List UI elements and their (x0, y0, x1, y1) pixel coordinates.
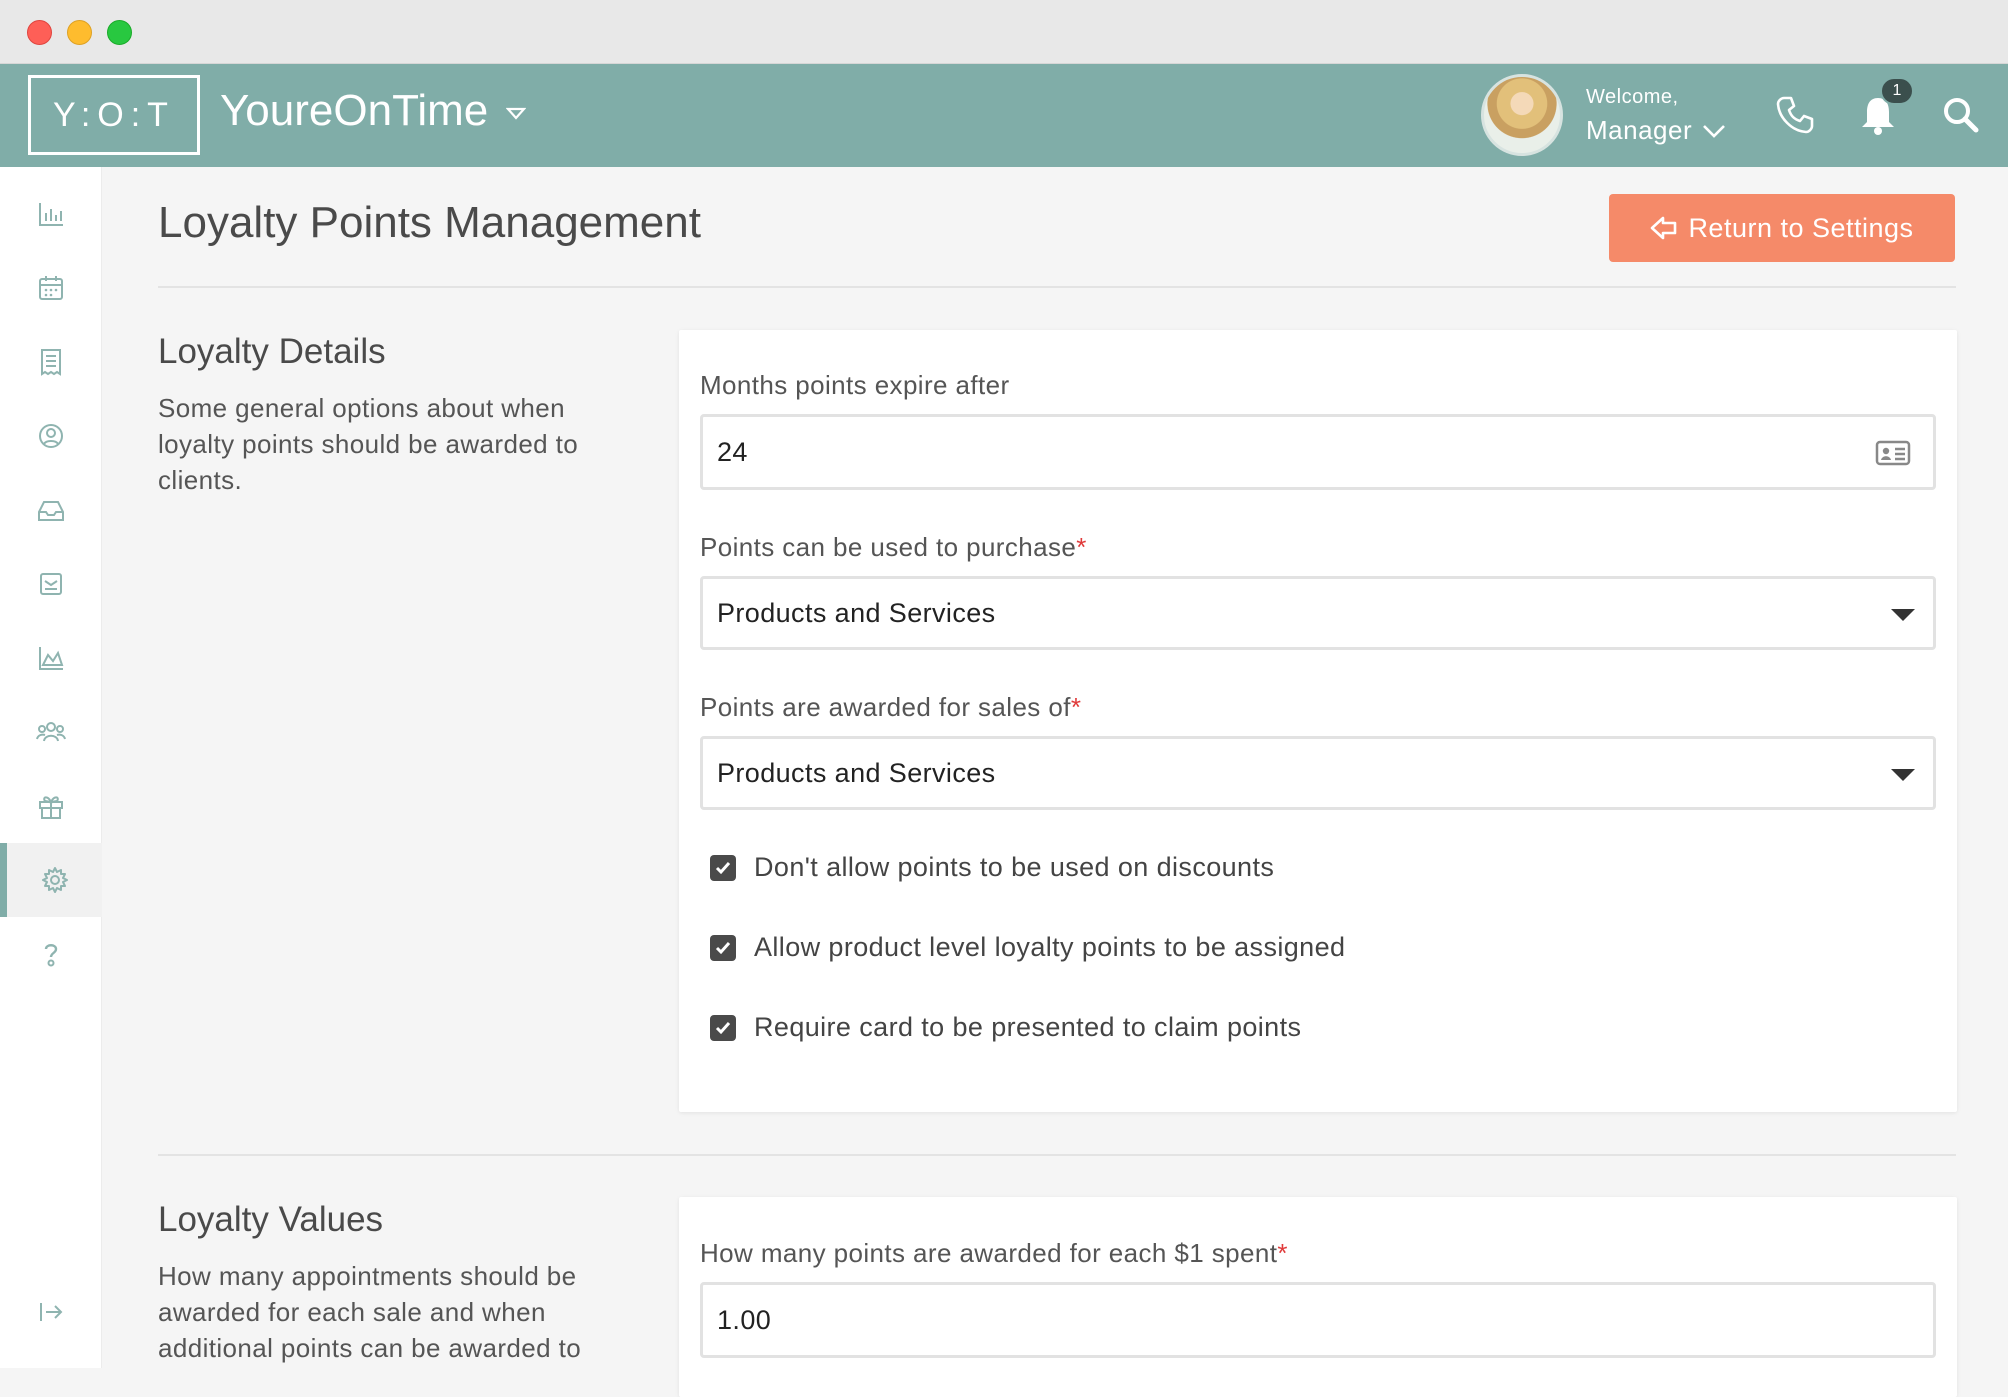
checkbox-label: Require card to be presented to claim po… (754, 1012, 1302, 1042)
awarded-label-text: Points are awarded for sales of (700, 692, 1071, 722)
app-header: Y:O:T YoureOnTime Welcome, Manager 1 (0, 64, 2008, 167)
brand-name: YoureOnTime (220, 86, 489, 135)
welcome-label: Welcome, (1586, 86, 1679, 108)
area-chart-icon[interactable] (0, 621, 102, 695)
business-switcher[interactable]: YoureOnTime (220, 86, 527, 136)
maximize-window-button[interactable] (107, 20, 132, 45)
window-titlebar (0, 0, 2008, 64)
search-icon[interactable] (1938, 92, 1984, 138)
receipt-icon[interactable] (0, 325, 102, 399)
divider (158, 1154, 1956, 1156)
section-description-values: How many appointments should be awarded … (158, 1261, 582, 1363)
users-icon[interactable] (0, 695, 102, 769)
purchase-label-text: Points can be used to purchase (700, 532, 1077, 562)
awarded-label: Points are awarded for sales of* (700, 692, 1081, 723)
points-label-text: How many points are awarded for each $1 … (700, 1238, 1278, 1268)
divider (158, 286, 1956, 288)
user-menu[interactable]: Welcome, Manager (1586, 86, 1726, 146)
awarded-value: Products and Services (717, 757, 996, 788)
required-marker: * (1277, 1238, 1288, 1268)
checkbox-checked-icon[interactable] (710, 854, 736, 881)
minimize-window-button[interactable] (67, 20, 92, 45)
bar-chart-icon[interactable] (0, 177, 102, 251)
user-circle-icon[interactable] (0, 399, 102, 473)
section-description-details: Some general options about when loyalty … (158, 393, 579, 495)
caret-down-icon (1891, 609, 1915, 621)
expire-label: Months points expire after (700, 370, 1010, 400)
points-per-dollar-input[interactable]: 1.00 (700, 1282, 1936, 1358)
inbox-icon[interactable] (0, 473, 102, 547)
logout-icon[interactable] (0, 1275, 102, 1349)
section-title-values: Loyalty Values (158, 1200, 384, 1239)
purchase-label: Points can be used to purchase* (700, 532, 1087, 563)
return-button-label: Return to Settings (1688, 212, 1914, 243)
purchase-select[interactable]: Products and Services (700, 576, 1936, 650)
arrow-left-icon (1651, 216, 1677, 240)
expire-value: 24 (717, 436, 748, 467)
checkbox-no-discounts[interactable]: Don't allow points to be used on discoun… (710, 852, 1274, 883)
return-to-settings-button[interactable]: Return to Settings (1609, 194, 1955, 262)
required-marker: * (1070, 692, 1082, 722)
page-title: Loyalty Points Management (158, 198, 701, 247)
avatar[interactable] (1481, 74, 1563, 156)
checkbox-product-level-points[interactable]: Allow product level loyalty points to be… (710, 932, 1345, 963)
checkbox-checked-icon[interactable] (710, 1014, 736, 1041)
section-title-details: Loyalty Details (158, 332, 386, 371)
sidebar (0, 167, 102, 1368)
contact-card-icon (1875, 439, 1911, 467)
expire-input[interactable]: 24 (700, 414, 1936, 490)
close-window-button[interactable] (27, 20, 52, 45)
points-value: 1.00 (717, 1304, 772, 1335)
points-per-dollar-label: How many points are awarded for each $1 … (700, 1238, 1288, 1269)
gift-icon[interactable] (0, 769, 102, 843)
checkbox-require-card[interactable]: Require card to be presented to claim po… (710, 1012, 1301, 1043)
checkbox-label: Don't allow points to be used on discoun… (754, 852, 1275, 882)
caret-down-icon (505, 104, 527, 127)
checkbox-label: Allow product level loyalty points to be… (754, 932, 1346, 962)
caret-down-icon (1891, 769, 1915, 781)
calendar-icon[interactable] (0, 251, 102, 325)
awarded-select[interactable]: Products and Services (700, 736, 1936, 810)
phone-icon[interactable] (1772, 92, 1818, 138)
mail-icon[interactable] (0, 547, 102, 621)
settings-icon[interactable] (0, 843, 102, 917)
help-icon[interactable] (0, 917, 102, 991)
user-name: Manager (1586, 115, 1693, 145)
required-marker: * (1076, 532, 1087, 562)
purchase-value: Products and Services (717, 597, 996, 628)
user-name-row: Manager (1586, 115, 1726, 146)
chevron-down-icon (1703, 124, 1726, 138)
checkbox-checked-icon[interactable] (710, 934, 736, 961)
logo[interactable]: Y:O:T (28, 75, 200, 155)
notification-badge: 1 (1880, 77, 1914, 105)
